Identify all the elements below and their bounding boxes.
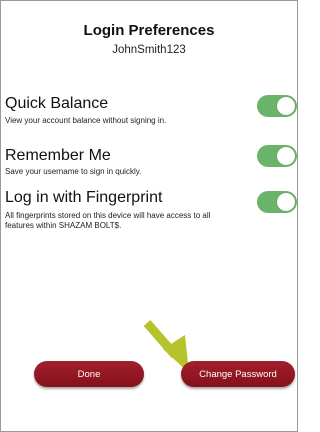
fingerprint-toggle[interactable] [257,191,297,213]
toggle-knob [277,193,295,211]
username-label: JohnSmith123 [112,44,186,56]
toggle-knob [277,97,295,115]
quick-balance-description: View your account balance without signin… [5,116,167,125]
fingerprint-label: Log in with Fingerprint [5,189,163,206]
change-password-button[interactable]: Change Password [181,361,295,387]
fingerprint-description: All fingerprints stored on this device w… [5,211,211,230]
remember-me-label: Remember Me [5,147,111,164]
remember-me-description: Save your username to sign in quickly. [5,167,142,176]
page-title: Login Preferences [83,22,215,39]
toggle-knob [277,147,295,165]
quick-balance-label: Quick Balance [5,95,109,112]
done-button[interactable]: Done [34,361,144,387]
remember-me-toggle[interactable] [257,145,297,167]
quick-balance-toggle[interactable] [257,95,297,117]
